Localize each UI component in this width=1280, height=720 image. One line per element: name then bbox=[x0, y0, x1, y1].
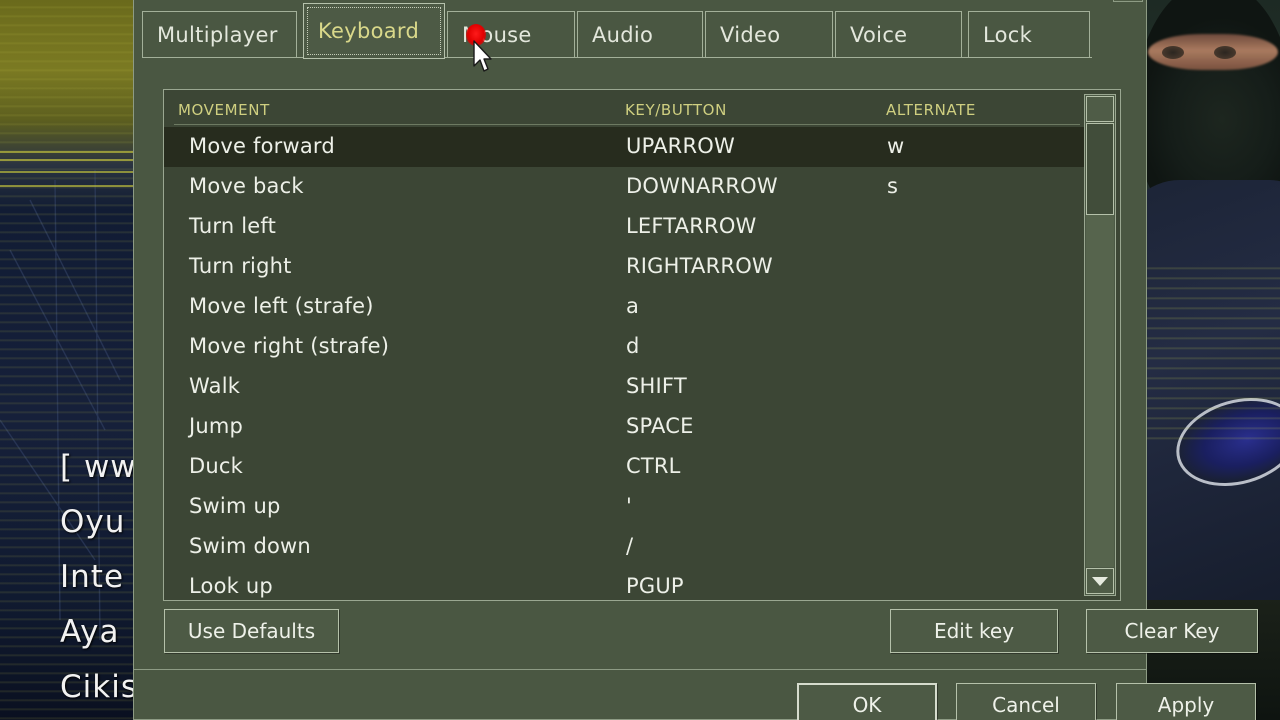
clear-key-label: Clear Key bbox=[1124, 619, 1220, 643]
footer-divider bbox=[134, 669, 1146, 670]
tab-lock-label: Lock bbox=[983, 22, 1033, 47]
ok-label: OK bbox=[852, 693, 882, 717]
table-row[interactable]: Move left (strafe) a bbox=[164, 287, 1088, 327]
row-action: Look up bbox=[189, 574, 273, 598]
tab-voice[interactable]: Voice bbox=[835, 11, 962, 57]
row-key: d bbox=[626, 334, 640, 358]
tab-audio-label: Audio bbox=[592, 22, 654, 47]
game-screen: [ ww Oyu Inte Aya Cikis Multiplayer Keyb… bbox=[0, 0, 1280, 720]
clear-key-button[interactable]: Clear Key bbox=[1086, 609, 1258, 653]
scroll-down-button[interactable] bbox=[1086, 568, 1114, 594]
keybindings-scrollbar[interactable] bbox=[1084, 94, 1116, 596]
ok-button[interactable]: OK bbox=[797, 683, 937, 720]
row-key: CTRL bbox=[626, 454, 681, 478]
row-key: RIGHTARROW bbox=[626, 254, 773, 278]
row-action: Move forward bbox=[189, 134, 335, 158]
row-action: Walk bbox=[189, 374, 241, 398]
scroll-down-arrow-icon bbox=[1092, 576, 1108, 586]
column-header-alternate[interactable]: ALTERNATE bbox=[886, 101, 976, 119]
tab-multiplayer-label: Multiplayer bbox=[157, 22, 278, 47]
header-divider bbox=[174, 124, 1080, 125]
use-defaults-button[interactable]: Use Defaults bbox=[164, 609, 339, 653]
use-defaults-label: Use Defaults bbox=[187, 619, 316, 643]
edit-key-button[interactable]: Edit key bbox=[890, 609, 1058, 653]
row-key: a bbox=[626, 294, 640, 318]
tab-multiplayer[interactable]: Multiplayer bbox=[142, 11, 297, 57]
tab-bar-underline bbox=[142, 57, 1092, 58]
row-action: Swim up bbox=[189, 494, 281, 518]
tab-lock[interactable]: Lock bbox=[968, 11, 1090, 57]
row-action: Move right (strafe) bbox=[189, 334, 390, 358]
mouse-cursor-icon bbox=[473, 40, 492, 72]
table-row[interactable]: Jump SPACE bbox=[164, 407, 1088, 447]
row-key: UPARROW bbox=[626, 134, 735, 158]
row-action: Turn left bbox=[189, 214, 277, 238]
table-row[interactable]: Duck CTRL bbox=[164, 447, 1088, 487]
tab-video-label: Video bbox=[720, 22, 781, 47]
tab-keyboard-label: Keyboard bbox=[318, 19, 420, 43]
row-action: Duck bbox=[189, 454, 243, 478]
row-action: Swim down bbox=[189, 534, 311, 558]
row-key: DOWNARROW bbox=[626, 174, 778, 198]
keybindings-panel: MOVEMENT KEY/BUTTON ALTERNATE Move forwa… bbox=[163, 89, 1121, 601]
tab-audio[interactable]: Audio bbox=[577, 11, 703, 57]
row-key: SPACE bbox=[626, 414, 694, 438]
table-row[interactable]: Turn right RIGHTARROW bbox=[164, 247, 1088, 287]
row-key: PGUP bbox=[626, 574, 684, 598]
row-key: LEFTARROW bbox=[626, 214, 757, 238]
table-row[interactable]: Turn left LEFTARROW bbox=[164, 207, 1088, 247]
table-row[interactable]: Look up PGUP bbox=[164, 567, 1088, 600]
table-row[interactable]: Move right (strafe) d bbox=[164, 327, 1088, 367]
row-key: ' bbox=[626, 494, 632, 518]
row-action: Move left (strafe) bbox=[189, 294, 374, 318]
masked-figure-eye-left bbox=[1162, 46, 1184, 59]
tab-voice-label: Voice bbox=[850, 22, 908, 47]
table-row[interactable]: Swim down / bbox=[164, 527, 1088, 567]
tab-keyboard[interactable]: Keyboard bbox=[303, 3, 445, 59]
scrollbar-thumb[interactable] bbox=[1086, 123, 1114, 215]
dialog-title-bar bbox=[134, 0, 1146, 3]
table-row[interactable]: Swim up ' bbox=[164, 487, 1088, 527]
masked-figure-eye-right bbox=[1214, 46, 1236, 59]
column-header-key-button[interactable]: KEY/BUTTON bbox=[625, 101, 727, 119]
row-alt: w bbox=[887, 134, 905, 158]
dialog-close-button[interactable] bbox=[1113, 0, 1143, 2]
row-action: Jump bbox=[189, 414, 244, 438]
table-row[interactable]: Move back DOWNARROW s bbox=[164, 167, 1088, 207]
apply-label: Apply bbox=[1157, 693, 1215, 717]
row-action: Turn right bbox=[189, 254, 292, 278]
row-alt: s bbox=[887, 174, 899, 198]
table-row[interactable]: Move forward UPARROW w bbox=[164, 127, 1088, 167]
table-row[interactable]: Walk SHIFT bbox=[164, 367, 1088, 407]
apply-button[interactable]: Apply bbox=[1116, 683, 1256, 720]
cancel-label: Cancel bbox=[992, 693, 1060, 717]
tab-video[interactable]: Video bbox=[705, 11, 833, 57]
keybindings-header: MOVEMENT KEY/BUTTON ALTERNATE bbox=[164, 90, 1120, 126]
options-dialog: Multiplayer Keyboard Mouse Audio Video V… bbox=[133, 0, 1258, 720]
keybindings-rows: Move forward UPARROW w Move back DOWNARR… bbox=[164, 127, 1088, 600]
row-action: Move back bbox=[189, 174, 304, 198]
edit-key-label: Edit key bbox=[933, 619, 1015, 643]
masked-figure-body bbox=[1140, 180, 1280, 600]
scroll-up-button[interactable] bbox=[1086, 96, 1114, 122]
row-key: SHIFT bbox=[626, 374, 687, 398]
cancel-button[interactable]: Cancel bbox=[956, 683, 1096, 720]
column-header-movement[interactable]: MOVEMENT bbox=[178, 101, 270, 119]
row-key: / bbox=[626, 534, 634, 558]
